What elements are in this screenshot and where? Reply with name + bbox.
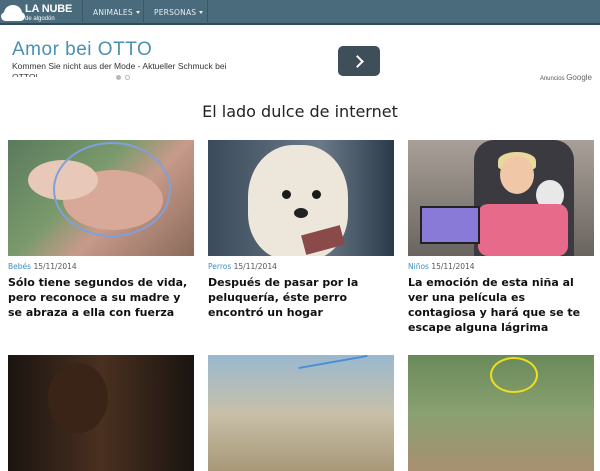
cloud-icon bbox=[1, 4, 25, 21]
adchoices-prefix: Anuncios bbox=[539, 76, 565, 82]
article-card[interactable] bbox=[208, 355, 394, 471]
nav-item-animales[interactable]: ANIMALES bbox=[93, 0, 140, 25]
nav-item-label: ANIMALES bbox=[93, 8, 133, 17]
article-category[interactable]: Bebés bbox=[8, 262, 31, 271]
highlight-arrow bbox=[298, 355, 368, 370]
caret-down-icon bbox=[199, 11, 204, 14]
top-navbar: LA NUBE de algodón ANIMALES PERSONAS bbox=[0, 0, 600, 25]
article-card[interactable]: Niños 15/11/2014 La emoción de esta niña… bbox=[408, 140, 594, 335]
article-meta: Perros 15/11/2014 bbox=[208, 262, 394, 271]
adchoices-label[interactable]: Anuncios Google bbox=[540, 73, 592, 82]
article-card[interactable] bbox=[8, 355, 194, 471]
logo-title: LA NUBE bbox=[25, 2, 73, 15]
adchoices-brand: Google bbox=[566, 73, 592, 82]
article-meta: Bebés 15/11/2014 bbox=[8, 262, 194, 271]
article-meta: Niños 15/11/2014 bbox=[408, 262, 594, 271]
article-date: 15/11/2014 bbox=[431, 262, 475, 271]
article-thumbnail[interactable] bbox=[208, 140, 394, 256]
ad-title[interactable]: Amor bei OTTO bbox=[12, 39, 152, 61]
ad-text: Kommen Sie nicht aus der Mode - Aktuelle… bbox=[12, 61, 227, 77]
article-thumbnail[interactable] bbox=[8, 140, 194, 256]
caret-down-icon bbox=[135, 11, 140, 14]
nav-divider bbox=[82, 0, 83, 25]
site-logo[interactable]: LA NUBE de algodón bbox=[0, 0, 80, 25]
highlight-circle bbox=[490, 357, 538, 393]
article-thumbnail[interactable] bbox=[408, 140, 594, 256]
nav-divider bbox=[207, 0, 208, 25]
article-headline[interactable]: La emoción de esta niña al ver una pelíc… bbox=[408, 275, 594, 335]
logo-subtitle: de algodón bbox=[25, 15, 55, 22]
section-title: El lado dulce de internet bbox=[202, 102, 398, 121]
article-headline[interactable]: Después de pasar por la peluquería, éste… bbox=[208, 275, 394, 320]
article-card[interactable]: Perros 15/11/2014 Después de pasar por l… bbox=[208, 140, 394, 320]
nav-item-label: PERSONAS bbox=[154, 8, 197, 17]
article-date: 15/11/2014 bbox=[33, 262, 77, 271]
article-card[interactable]: Bebés 15/11/2014 Sólo tiene segundos de … bbox=[8, 140, 194, 320]
article-thumbnail[interactable] bbox=[208, 355, 394, 471]
article-category[interactable]: Niños bbox=[408, 262, 429, 271]
ad-next-button[interactable] bbox=[338, 46, 380, 76]
article-thumbnail[interactable] bbox=[8, 355, 194, 471]
nav-divider bbox=[143, 0, 144, 25]
chevron-right-icon bbox=[350, 54, 364, 68]
article-headline[interactable]: Sólo tiene segundos de vida, pero recono… bbox=[8, 275, 194, 320]
ad-pagination bbox=[116, 75, 130, 80]
article-card[interactable] bbox=[408, 355, 594, 471]
article-date: 15/11/2014 bbox=[233, 262, 277, 271]
article-thumbnail[interactable] bbox=[408, 355, 594, 471]
ad-dot-active[interactable] bbox=[116, 75, 121, 80]
nav-item-personas[interactable]: PERSONAS bbox=[154, 0, 204, 25]
highlight-circle bbox=[53, 142, 171, 237]
ad-dot[interactable] bbox=[125, 75, 130, 80]
article-category[interactable]: Perros bbox=[208, 262, 231, 271]
ad-banner[interactable]: Amor bei OTTO Kommen Sie nicht aus der M… bbox=[0, 27, 600, 89]
